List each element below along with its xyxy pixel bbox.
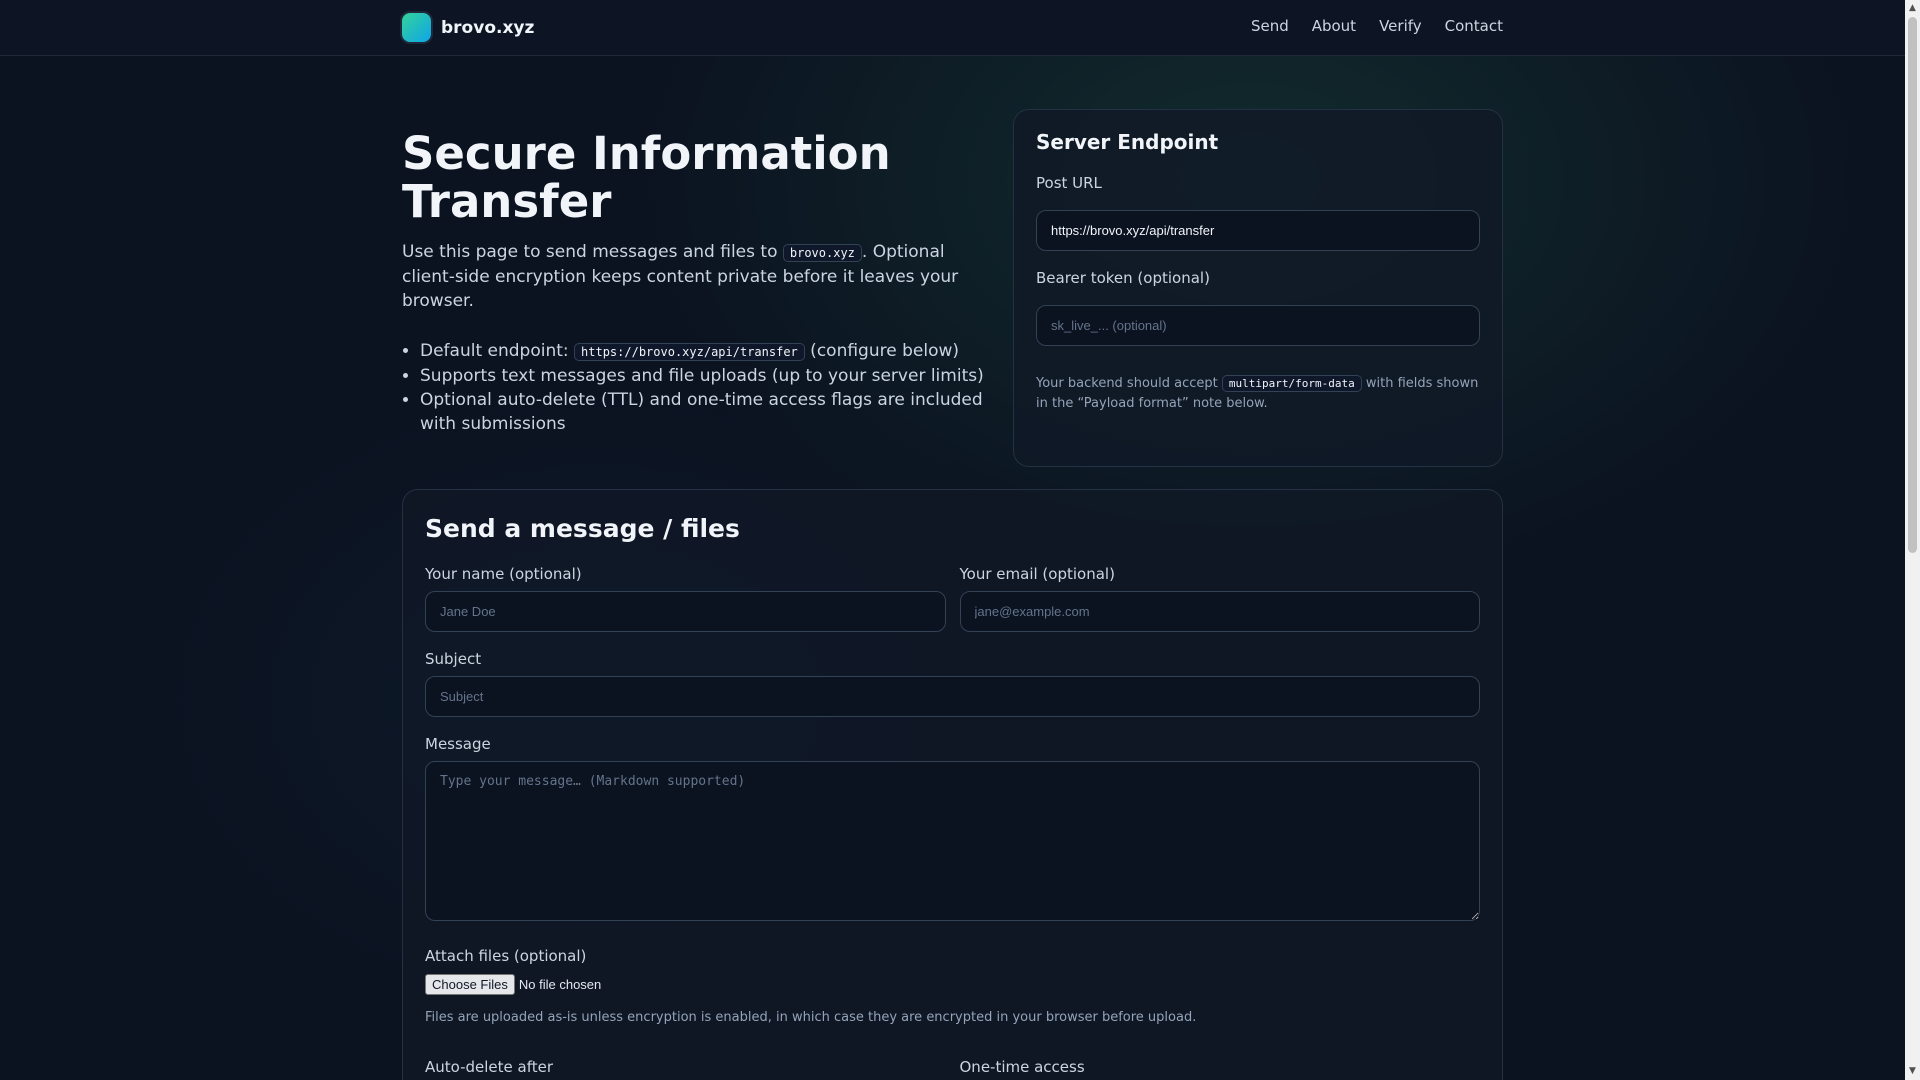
subject-label: Subject	[425, 650, 482, 668]
post-url-label: Post URL	[1036, 174, 1102, 192]
send-form-title: Send a message / files	[425, 514, 740, 543]
server-endpoint-card: Server Endpoint Post URL Bearer token (o…	[1013, 109, 1503, 467]
auto-delete-label: Auto-delete after	[425, 1058, 554, 1076]
message-label: Message	[425, 735, 491, 753]
bearer-token-label: Bearer token (optional)	[1036, 269, 1210, 287]
endpoint-note-text: Your backend should accept	[1036, 376, 1222, 391]
email-label: Your email (optional)	[959, 565, 1115, 583]
one-time-label: One-time access	[959, 1058, 1085, 1076]
message-textarea[interactable]	[425, 761, 1480, 921]
files-note: Files are uploaded as-is unless encrypti…	[425, 1010, 1197, 1025]
hero-intro-domain: brovo.xyz	[782, 244, 862, 262]
page-scrollbar[interactable]: ▲ ▼	[1905, 0, 1920, 1080]
attach-files-label: Attach files (optional)	[425, 947, 587, 965]
nav-link-contact[interactable]: Contact	[1445, 17, 1503, 35]
name-field-group: Your name (optional)	[425, 565, 946, 632]
one-time-group: One-time access	[960, 1058, 1481, 1076]
subject-input[interactable]	[425, 676, 1480, 717]
name-label: Your name (optional)	[425, 565, 582, 583]
endpoint-note: Your backend should accept multipart/for…	[1036, 374, 1480, 414]
main-nav: Send About Verify Contact	[1251, 17, 1503, 35]
email-input[interactable]	[959, 591, 1480, 632]
feature-endpoint-text: Default endpoint:	[420, 341, 575, 361]
hero-intro: Use this page to send messages and files…	[402, 240, 992, 313]
post-url-input[interactable]	[1036, 210, 1480, 251]
feature-item-uploads: Supports text messages and file uploads …	[420, 364, 992, 388]
options-row: Auto-delete after One-time access	[425, 1058, 1480, 1076]
file-picker: Choose Files No file chosen	[425, 974, 1480, 995]
brand[interactable]: brovo.xyz	[402, 12, 534, 43]
top-nav-bar: brovo.xyz Send About Verify Contact	[0, 0, 1905, 56]
page: brovo.xyz Send About Verify Contact Secu…	[0, 0, 1905, 1080]
scroll-up-arrow-icon[interactable]: ▲	[1905, 0, 1920, 17]
nav-link-send[interactable]: Send	[1251, 17, 1289, 35]
send-form-card: Send a message / files Your name (option…	[402, 489, 1503, 1080]
endpoint-note-content-type: multipart/form-data	[1221, 375, 1362, 392]
hero-section: Secure Information Transfer Use this pag…	[402, 130, 992, 436]
choose-files-button[interactable]: Choose Files	[425, 974, 515, 995]
feature-endpoint-url: https://brovo.xyz/api/transfer	[574, 343, 805, 361]
feature-list: Default endpoint: https://brovo.xyz/api/…	[402, 339, 992, 436]
hero-intro-text: Use this page to send messages and files…	[402, 242, 783, 262]
email-field-group: Your email (optional)	[959, 565, 1480, 632]
server-endpoint-title: Server Endpoint	[1036, 130, 1219, 154]
scroll-down-arrow-icon[interactable]: ▼	[1905, 1063, 1920, 1080]
page-title: Secure Information Transfer	[402, 127, 891, 228]
feature-item-ttl: Optional auto-delete (TTL) and one-time …	[420, 388, 992, 436]
nav-link-verify[interactable]: Verify	[1379, 17, 1422, 35]
scrollbar-thumb[interactable]	[1908, 17, 1917, 553]
feature-item-endpoint: Default endpoint: https://brovo.xyz/api/…	[420, 339, 992, 364]
nav-link-about[interactable]: About	[1312, 17, 1356, 35]
brand-logo-icon	[402, 13, 431, 42]
feature-endpoint-suffix: (configure below)	[804, 341, 960, 361]
bearer-token-input[interactable]	[1036, 305, 1480, 346]
file-status-text: No file chosen	[518, 977, 602, 992]
auto-delete-group: Auto-delete after	[425, 1058, 946, 1076]
name-email-row: Your name (optional) Your email (optiona…	[425, 565, 1480, 632]
brand-name: brovo.xyz	[441, 17, 535, 38]
name-input[interactable]	[425, 591, 946, 632]
